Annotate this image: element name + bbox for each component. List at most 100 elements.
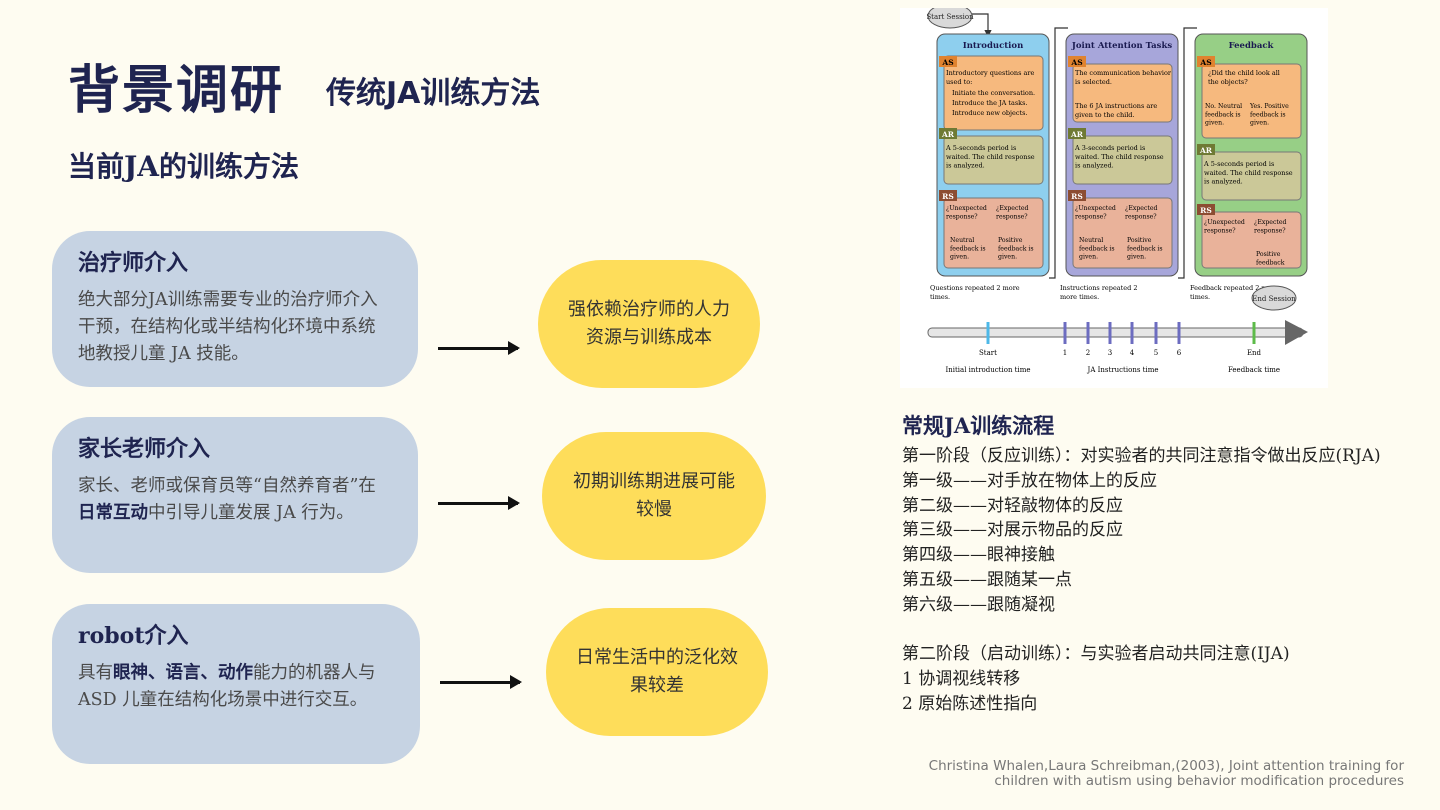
svg-text-line: response? bbox=[1204, 227, 1236, 234]
svg-text-line: given. bbox=[950, 254, 969, 261]
flow-title: 常规JA训练流程 bbox=[902, 413, 1055, 438]
svg-text-line: Neutral bbox=[1079, 237, 1103, 244]
card-title: 治疗师介入 bbox=[78, 250, 189, 276]
svg-text-line: response? bbox=[996, 213, 1028, 220]
svg-text:AS: AS bbox=[1070, 58, 1082, 67]
svg-text:Introduce the JA tasks.: Introduce the JA tasks. bbox=[952, 99, 1028, 107]
svg-text:Feedback: Feedback bbox=[1229, 41, 1275, 51]
svg-text-line: response? bbox=[1254, 227, 1286, 234]
card-title: robot介入 bbox=[78, 623, 189, 649]
svg-text:Start: Start bbox=[979, 349, 997, 357]
svg-text-line: is analyzed. bbox=[946, 162, 985, 170]
svg-text-line: ¿Unexpected bbox=[1075, 205, 1116, 212]
svg-text:AR: AR bbox=[1199, 146, 1213, 155]
outcome-oval: 强依赖治疗师的人力资源与训练成本 bbox=[538, 260, 760, 388]
svg-text-line: Neutral bbox=[950, 237, 974, 244]
svg-text-line: waited. The child response bbox=[1075, 153, 1164, 161]
card-therapist: 治疗师介入 绝大部分JA训练需要专业的治疗师介入干预，在结构化或半结构化环境中系… bbox=[52, 231, 418, 387]
svg-text-line: is analyzed. bbox=[1204, 178, 1243, 186]
column-joint-attention-tasks: Joint Attention Tasks AS The communicati… bbox=[1060, 33, 1179, 301]
svg-text:Initiate the conversation.: Initiate the conversation. bbox=[952, 89, 1035, 97]
svg-text-line: The communication behavior bbox=[1075, 69, 1172, 77]
svg-text:RS: RS bbox=[1071, 192, 1083, 201]
svg-text:End Session: End Session bbox=[1252, 295, 1296, 303]
flow-line: 第六级——跟随凝视 bbox=[902, 594, 1055, 615]
svg-text-line: No. Neutral bbox=[1205, 103, 1242, 110]
svg-text-line: given. bbox=[998, 254, 1017, 261]
svg-text-line: ¿Unexpected bbox=[1204, 219, 1245, 226]
svg-text:AR: AR bbox=[941, 130, 955, 139]
outcome-oval: 日常生活中的泛化效果较差 bbox=[546, 608, 768, 736]
svg-text:RS: RS bbox=[1200, 206, 1212, 215]
arrow-right-icon bbox=[440, 675, 522, 689]
svg-text-line: Questions repeated 2 more bbox=[930, 284, 1020, 292]
svg-text-line: given to the child. bbox=[1075, 111, 1135, 119]
card-title: 家长老师介入 bbox=[78, 436, 211, 462]
svg-text:¿Expectedresponse?: ¿Expected response? bbox=[1125, 205, 1158, 220]
svg-text:Feedback time: Feedback time bbox=[1228, 366, 1280, 374]
svg-text-line: feedback is bbox=[1127, 245, 1163, 252]
svg-text-line: Positive bbox=[1127, 237, 1152, 244]
svg-text-line: Introductory questions are bbox=[946, 69, 1034, 77]
svg-text:Questions repeated 2 moretimes: Questions repeated 2 more times. bbox=[930, 284, 1020, 301]
svg-text:Positivefeedback: Positive feedback bbox=[1256, 251, 1285, 266]
svg-text:AS: AS bbox=[1199, 58, 1211, 67]
end-session-node: End Session bbox=[1251, 285, 1297, 311]
svg-text:¿Expectedresponse?: ¿Expected response? bbox=[1254, 219, 1287, 234]
svg-text-line: feedback is bbox=[1250, 111, 1286, 118]
citation: Christina Whalen,Laura Schreibman,(2003)… bbox=[928, 758, 1404, 789]
start-session-node: Start Session bbox=[926, 3, 974, 29]
svg-text:AR: AR bbox=[1070, 130, 1084, 139]
svg-text:Instructions repeated 2more ti: Instructions repeated 2 more times. bbox=[1060, 284, 1138, 301]
card-body: 绝大部分JA训练需要专业的治疗师介入干预，在结构化或半结构化环境中系统地教授儿童… bbox=[78, 290, 378, 364]
svg-text-line: A 3-seconds period is bbox=[1074, 144, 1145, 152]
svg-text-line: feedback is bbox=[1079, 245, 1115, 252]
svg-text-line: given. bbox=[1250, 120, 1269, 127]
svg-text:Joint Attention Tasks: Joint Attention Tasks bbox=[1071, 41, 1173, 51]
svg-text:Initial introduction time: Initial introduction time bbox=[945, 366, 1030, 374]
svg-text-line: given. bbox=[1205, 120, 1224, 127]
flow-line: 2 原始陈述性指向 bbox=[902, 693, 1038, 714]
svg-text-line: ¿Unexpected bbox=[946, 205, 987, 212]
svg-text:AS: AS bbox=[941, 58, 953, 67]
svg-text:4: 4 bbox=[1130, 349, 1135, 357]
svg-text:5: 5 bbox=[1154, 349, 1158, 357]
flow-line: 第二级——对轻敲物体的反应 bbox=[902, 495, 1123, 516]
svg-text:1: 1 bbox=[1063, 349, 1067, 357]
arrow-right-icon bbox=[438, 341, 520, 355]
outcome-oval: 初期训练期进展可能较慢 bbox=[542, 432, 766, 560]
page-title: 背景调研 bbox=[68, 61, 285, 121]
flow-line: 第二阶段（启动训练）：与实验者启动共同注意(IJA) bbox=[902, 644, 1290, 665]
svg-text:2: 2 bbox=[1086, 349, 1090, 357]
flow-line: 1 协调视线转移 bbox=[902, 669, 1021, 690]
section-heading: 当前JA的训练方法 bbox=[68, 150, 299, 183]
svg-text-line: Positive bbox=[998, 237, 1023, 244]
svg-text-line: response? bbox=[1075, 213, 1107, 220]
svg-text-line: feedback bbox=[1256, 259, 1285, 266]
column-feedback: Feedback AS ¿Did the child look all the o… bbox=[1190, 33, 1308, 301]
svg-text:6: 6 bbox=[1177, 349, 1182, 357]
card-body: 家长、老师或保育员等“自然养育者”在日常互动中引导儿童发展 JA 行为。 bbox=[78, 476, 376, 523]
arrow-right-icon bbox=[438, 496, 520, 510]
svg-text-line: given. bbox=[1079, 254, 1098, 261]
svg-text-line: ¿Expected bbox=[996, 205, 1029, 212]
svg-text:Start Session: Start Session bbox=[926, 13, 974, 21]
svg-text:RS: RS bbox=[942, 192, 954, 201]
ja-session-flow-svg: Start Session Introduction AS Introducto… bbox=[926, 3, 1308, 374]
svg-text-line: the objects? bbox=[1208, 78, 1248, 86]
card-parents-teachers: 家长老师介入 家长、老师或保育员等“自然养育者”在日常互动中引导儿童发展 JA … bbox=[52, 417, 418, 573]
svg-text-line: times. bbox=[1190, 293, 1210, 301]
flow-line: 第一级——对手放在物体上的反应 bbox=[902, 470, 1157, 491]
card-body: 具有眼神、语言、动作能力的机器人与 ASD 儿童在结构化场景中进行交互。 bbox=[78, 663, 376, 710]
svg-text-line: is selected. bbox=[1075, 78, 1112, 86]
svg-text-line: response? bbox=[1125, 213, 1157, 220]
flow-line: 第四级——眼神接触 bbox=[902, 545, 1055, 566]
flow-line: 第一阶段（反应训练）：对实验者的共同注意指令做出反应(RJA) bbox=[902, 446, 1381, 466]
svg-text-line: ¿Did the child look all bbox=[1208, 69, 1280, 77]
svg-text:3: 3 bbox=[1108, 349, 1112, 357]
svg-text-line: feedback is bbox=[950, 245, 986, 252]
svg-text-line: ¿Expected bbox=[1254, 219, 1287, 226]
session-timeline: Start 1 2 3 4 5 6 End Initial introducti… bbox=[927, 320, 1308, 374]
flow-list: 第一阶段（反应训练）：对实验者的共同注意指令做出反应(RJA) 第一级——对手放… bbox=[902, 444, 1381, 717]
ja-session-diagram: Start Session Introduction AS Introducto… bbox=[900, 3, 1328, 388]
